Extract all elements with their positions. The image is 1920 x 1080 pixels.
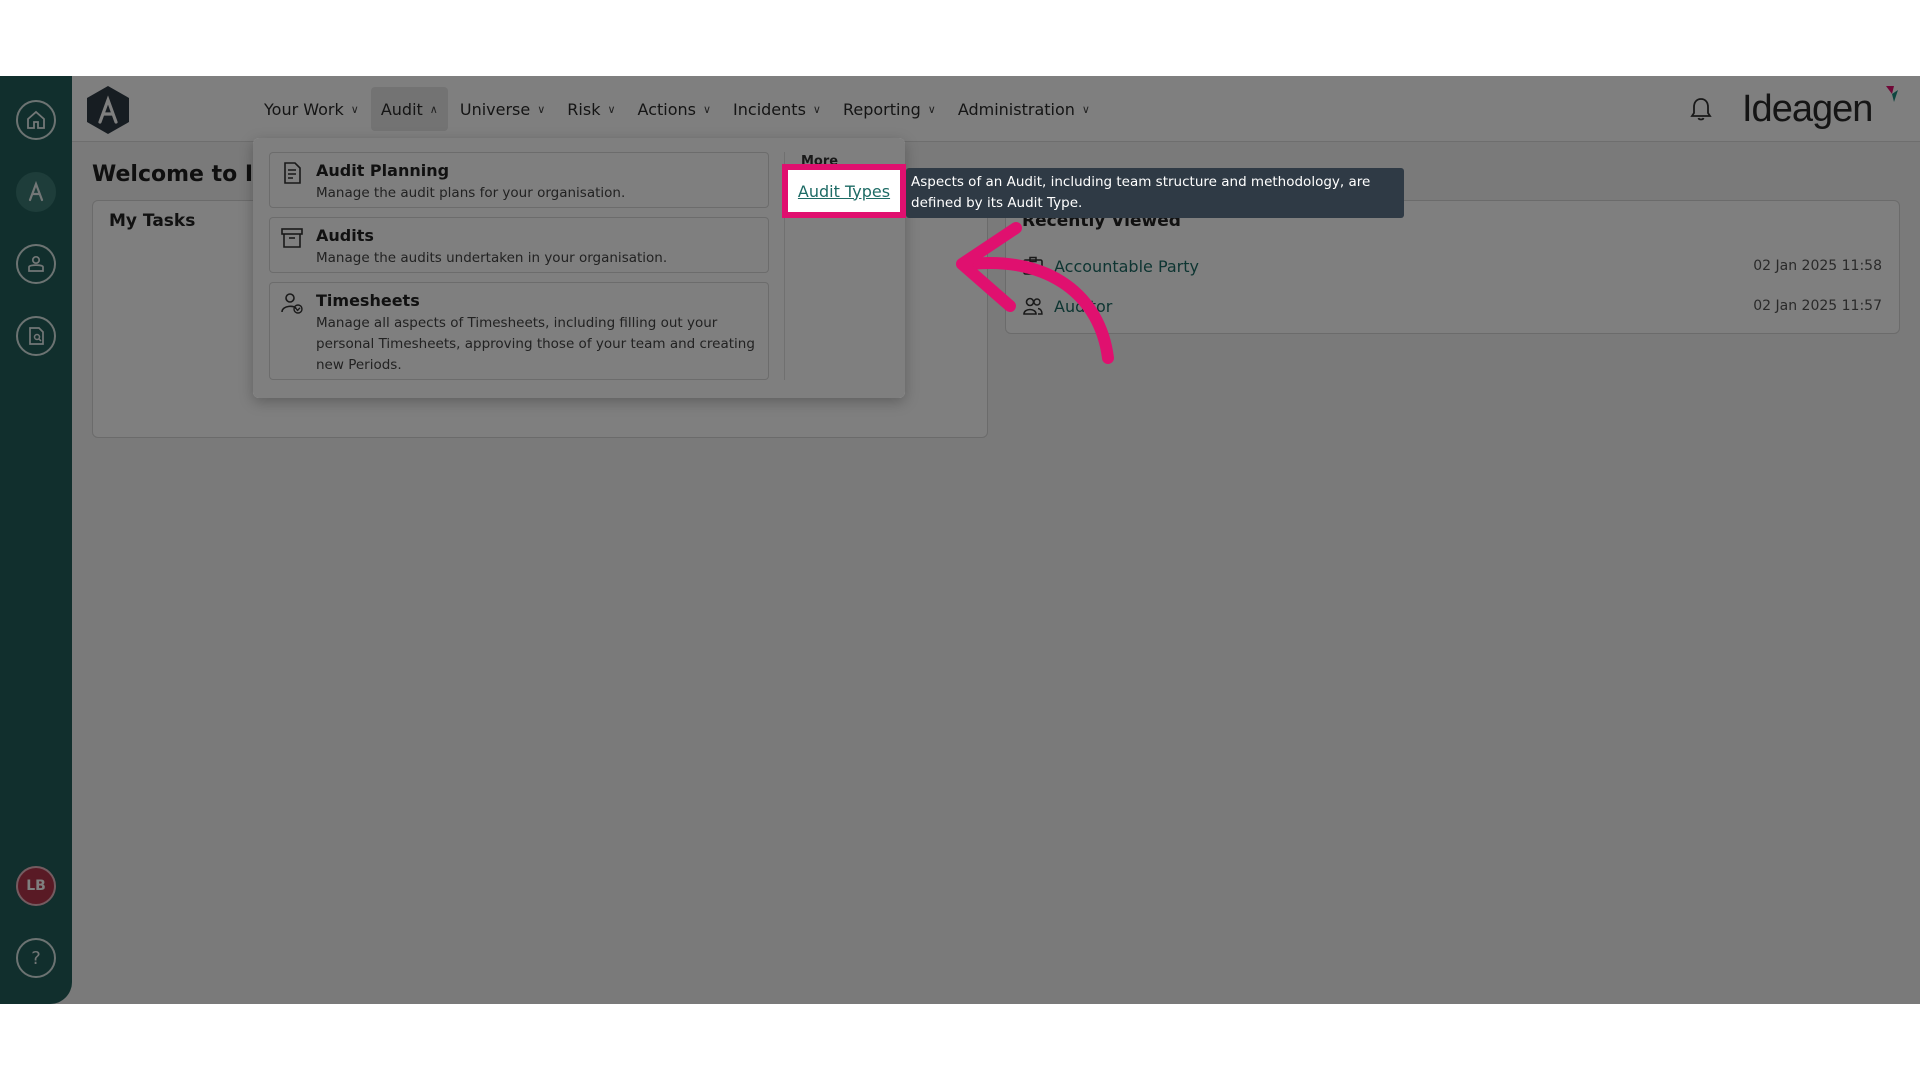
highlighted-audit-types-link[interactable]: Audit Types <box>782 164 906 218</box>
audit-types-link[interactable]: Audit Types <box>798 182 890 201</box>
rail-dim-overlay <box>0 76 72 1004</box>
app-frame: Your Work∨ Audit∧ Universe∨ Risk∨ Action… <box>0 76 1920 1004</box>
pointer-arrow-icon <box>956 222 1114 364</box>
